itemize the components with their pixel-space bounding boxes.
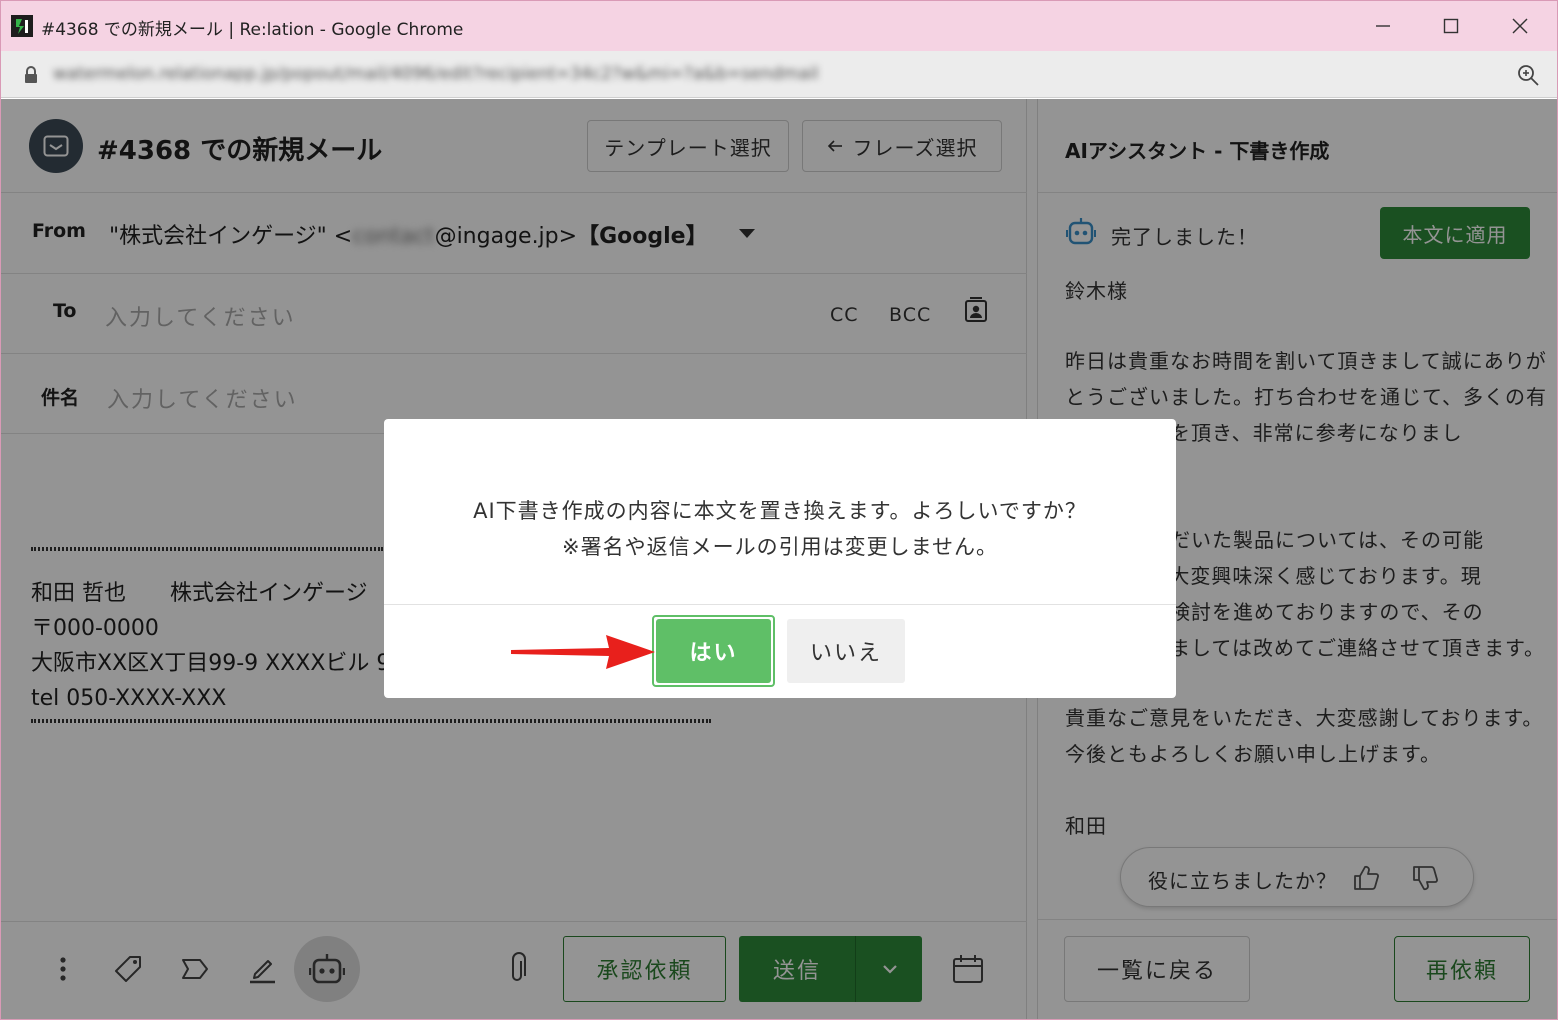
confirm-yes-label: はい <box>656 619 771 683</box>
lock-icon <box>25 66 37 83</box>
confirm-yes-button[interactable]: はい <box>652 615 775 687</box>
confirm-no-label: いいえ <box>809 641 882 666</box>
close-icon <box>1512 18 1528 34</box>
url-text[interactable]: watermelon.relationapp.jp/popout/mail/40… <box>53 64 819 84</box>
minimize-icon <box>1376 25 1390 27</box>
dialog-message-line: ※署名や返信メールの引用は変更しません。 <box>562 535 998 559</box>
red-arrow-annotation <box>511 635 655 669</box>
title-bar: #4368 での新規メール | Re:lation - Google Chrom… <box>1 1 1557 51</box>
dialog-message-line: AI下書き作成の内容に本文を置き換えます。よろしいですか？ <box>473 499 1087 523</box>
maximize-icon <box>1443 18 1459 34</box>
browser-window: #4368 での新規メール | Re:lation - Google Chrom… <box>0 0 1558 1020</box>
zoom-icon[interactable] <box>1516 63 1540 87</box>
dialog-divider <box>384 604 1176 605</box>
relation-app-icon <box>11 15 33 37</box>
confirm-dialog: AI下書き作成の内容に本文を置き換えます。よろしいですか？ ※署名や返信メールの… <box>384 419 1176 698</box>
confirm-no-button[interactable]: いいえ <box>787 619 905 683</box>
window-title: #4368 での新規メール | Re:lation - Google Chrom… <box>41 20 464 40</box>
dialog-message: AI下書き作成の内容に本文を置き換えます。よろしいですか？ ※署名や返信メールの… <box>384 493 1176 565</box>
maximize-button[interactable] <box>1417 1 1485 51</box>
close-window-button[interactable] <box>1486 1 1554 51</box>
address-bar[interactable]: watermelon.relationapp.jp/popout/mail/40… <box>1 51 1557 98</box>
minimize-button[interactable] <box>1349 1 1417 51</box>
